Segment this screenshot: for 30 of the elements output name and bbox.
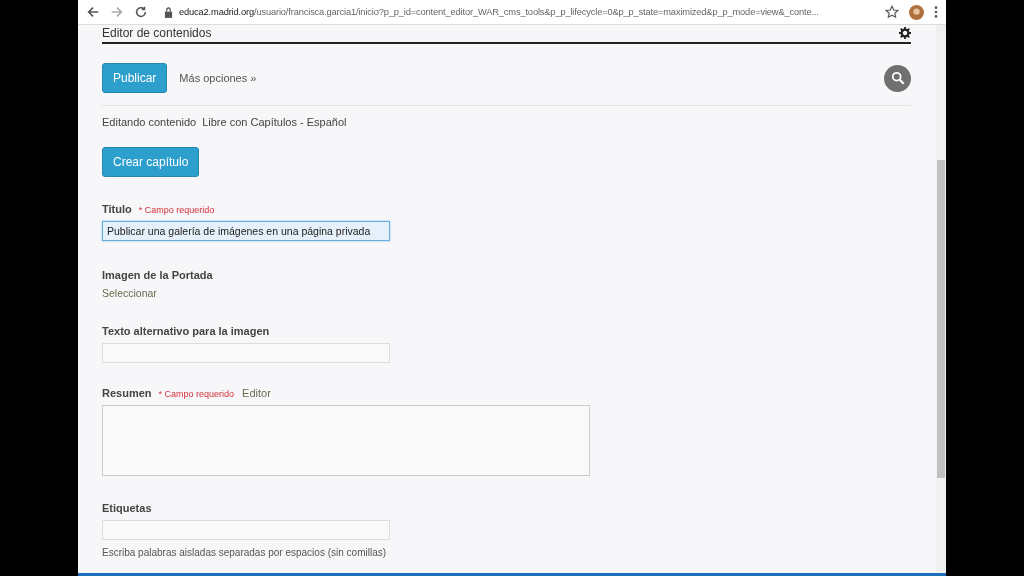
text-field[interactable] xyxy=(102,343,390,363)
avatar-icon[interactable] xyxy=(909,4,924,20)
editor-link[interactable]: Editor xyxy=(242,387,271,399)
required-note: * Campo requerido xyxy=(158,389,235,399)
editing-label: Editando contenido xyxy=(102,116,197,128)
publish-button[interactable]: Publicar xyxy=(102,63,168,93)
create-chapter-button[interactable]: Crear capítulo xyxy=(102,147,200,177)
field-label: Titulo xyxy=(102,203,132,215)
back-icon[interactable] xyxy=(86,5,100,19)
content-type-text: Libre con Capítulos - Español xyxy=(202,116,347,128)
scrollbar[interactable] xyxy=(936,25,946,573)
menu-icon[interactable] xyxy=(934,5,938,19)
lock-icon xyxy=(164,6,173,18)
search-button[interactable] xyxy=(884,64,911,92)
reload-icon[interactable] xyxy=(134,5,148,19)
field-label: Imagen de la Portada xyxy=(102,269,213,281)
field-label: Etiquetas xyxy=(102,502,152,514)
star-icon[interactable] xyxy=(885,5,899,19)
text-field[interactable]: Publicar una galería de imágenes en una página privada xyxy=(102,221,390,241)
hint-text: Escriba palabras aisladas separadas por espacios (sin comillas) xyxy=(102,547,388,558)
search-icon xyxy=(890,71,905,85)
required-note: * Campo requerido xyxy=(138,205,215,215)
portlet-title: Editor de contenidos xyxy=(102,26,212,40)
address-bar[interactable]: educa2.madrid.org/usuario/francisca.garcia1/inicio?p_p_id=content_editor_WAR_cms_tools&p_p_lifecycle=0&p_p_state=maximized&p_p_mode=view&_conte... xyxy=(179,7,875,17)
more-options-link[interactable]: Más opciones » xyxy=(179,72,884,84)
select-link[interactable]: Seleccionar xyxy=(102,287,911,299)
field-label: Texto alternativo para la imagen xyxy=(102,325,270,337)
settings-icon[interactable] xyxy=(899,27,911,39)
text-field[interactable] xyxy=(102,520,390,540)
field-label: Resumen xyxy=(102,387,152,399)
